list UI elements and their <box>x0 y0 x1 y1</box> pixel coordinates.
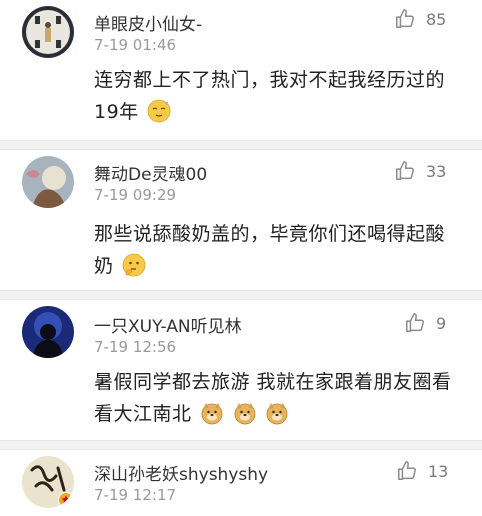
comment-feed: 单眼皮小仙女- 7-19 01:46 85 连穷都上不了热门，我对不起我经历过的… <box>0 0 482 516</box>
like-button[interactable]: 33 <box>394 160 446 182</box>
username[interactable]: 单眼皮小仙女- <box>94 10 202 35</box>
separator <box>0 440 482 450</box>
like-count: 33 <box>426 161 447 181</box>
doge-emoji <box>234 403 256 425</box>
thumbs-up-icon <box>396 9 414 28</box>
separator <box>0 290 482 300</box>
comment-item: 单眼皮小仙女- 7-19 01:46 85 连穷都上不了热门，我对不起我经历过的… <box>0 0 482 140</box>
comment-text: 暑假同学都去旅游 我就在家跟着朋友圈看看大江南北 <box>94 366 464 430</box>
timestamp: 7-19 12:17 <box>94 486 177 504</box>
comment-item: 深山孙老妖shyshyshy 7-19 12:17 13 <box>0 450 482 516</box>
doge-emoji <box>201 403 223 425</box>
like-button[interactable]: 13 <box>396 460 448 482</box>
doge-emoji <box>266 403 288 425</box>
thumbs-up-icon <box>398 461 416 480</box>
username[interactable]: 深山孙老妖shyshyshy <box>94 460 268 485</box>
timestamp: 7-19 01:46 <box>94 36 177 54</box>
like-button[interactable]: 85 <box>394 8 446 30</box>
avatar[interactable] <box>22 306 74 358</box>
like-count: 85 <box>426 9 447 29</box>
verified-badge-icon <box>58 492 74 508</box>
username[interactable]: 一只XUY-AN听见林 <box>94 312 242 337</box>
thinking-emoji <box>122 253 146 277</box>
like-count: 13 <box>428 461 449 481</box>
separator <box>0 140 482 150</box>
comment-item: 一只XUY-AN听见林 7-19 12:56 9 暑假同学都去旅游 我就在家跟着… <box>0 300 482 440</box>
avatar[interactable] <box>22 456 74 508</box>
timestamp: 7-19 09:29 <box>94 186 177 204</box>
comment-text: 那些说舔酸奶盖的，毕竟你们还喝得起酸奶 <box>94 218 464 282</box>
comment-body: 那些说舔酸奶盖的，毕竟你们还喝得起酸奶 <box>94 223 446 277</box>
avatar[interactable] <box>22 156 74 208</box>
username[interactable]: 舞动De灵魂00 <box>94 160 207 185</box>
comment-text: 连穷都上不了热门，我对不起我经历过的19年 <box>94 64 464 128</box>
avatar[interactable] <box>22 6 74 58</box>
like-count: 9 <box>436 313 447 333</box>
like-button[interactable]: 9 <box>404 312 446 334</box>
thumbs-up-icon <box>406 313 424 332</box>
comment-item: 舞动De灵魂00 7-19 09:29 33 那些说舔酸奶盖的，毕竟你们还喝得起… <box>0 150 482 290</box>
sleepy-sweat-emoji <box>147 99 171 123</box>
thumbs-up-icon <box>396 161 414 180</box>
timestamp: 7-19 12:56 <box>94 338 177 356</box>
